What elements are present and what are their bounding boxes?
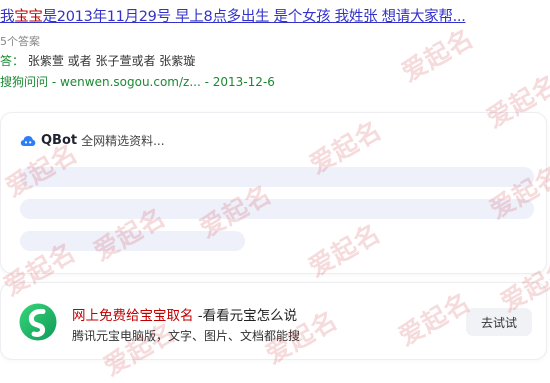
promo-title-rest: -看看元宝怎么说 — [193, 308, 298, 324]
qbot-card: QBot 全网精选资料... — [0, 112, 547, 274]
qbot-header: QBot 全网精选资料... — [20, 132, 165, 149]
result-title-highlight: 宝宝 — [14, 9, 43, 25]
qbot-cloud-icon — [20, 135, 36, 146]
answer-count: 5个答案 — [0, 35, 40, 48]
qbot-name: QBot — [41, 133, 78, 148]
watermark: 爱起名 — [396, 23, 479, 88]
answer-snippet: 答： 张紫萱 或者 张子萱或者 张紫璇 — [0, 52, 195, 69]
loading-skeleton-line — [20, 167, 534, 187]
source-name: 搜狗问问 — [0, 75, 49, 89]
loading-skeleton-line — [20, 199, 534, 219]
promo-title[interactable]: 网上免费给宝宝取名 -看看元宝怎么说 — [72, 304, 297, 324]
yuanbao-promo-card[interactable]: 网上免费给宝宝取名 -看看元宝怎么说 腾讯元宝电脑版，文字、图片、文档都能搜 去… — [0, 282, 547, 360]
qbot-description: 全网精选资料... — [81, 134, 165, 148]
try-it-button[interactable]: 去试试 — [466, 308, 532, 336]
result-title-link[interactable]: 我宝宝是2013年11月29号 早上8点多出生 是个女孩 我姓张 想请大家帮..… — [0, 5, 550, 26]
source-line[interactable]: 搜狗问问 - wenwen.sogou.com/z... - 2013-12-6 — [0, 73, 275, 90]
promo-description: 腾讯元宝电脑版，文字、图片、文档都能搜 — [72, 329, 301, 343]
promo-title-link[interactable]: 网上免费给宝宝取名 — [72, 308, 194, 324]
loading-skeleton-line — [20, 231, 245, 251]
answer-text: 张紫萱 或者 张子萱或者 张紫璇 — [27, 54, 196, 68]
answer-prefix: 答： — [0, 54, 25, 68]
source-url: - wenwen.sogou.com/z... - 2013-12-6 — [48, 75, 275, 89]
result-title-prefix: 我 — [0, 9, 15, 25]
result-title-rest: 是2013年11月29号 早上8点多出生 是个女孩 我姓张 想请大家帮... — [42, 9, 466, 25]
yuanbao-logo-icon — [19, 303, 57, 341]
